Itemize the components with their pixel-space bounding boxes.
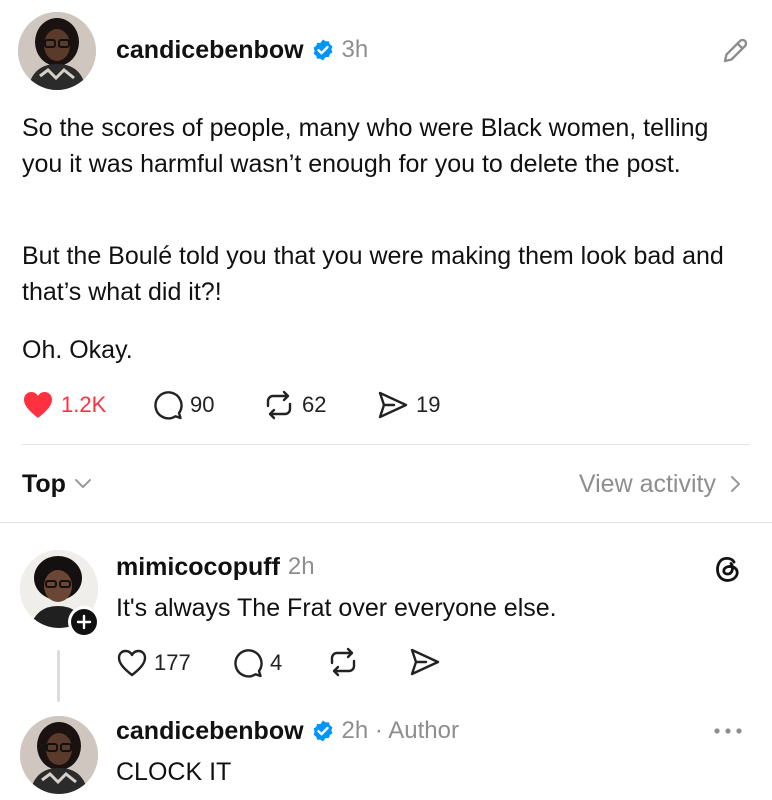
repost-icon bbox=[262, 389, 296, 421]
author-reply-text: CLOCK IT bbox=[116, 758, 232, 786]
reply-repost-button[interactable] bbox=[326, 646, 360, 678]
chevron-down-icon bbox=[74, 478, 92, 490]
reply-header: mimicocopuff 2h bbox=[116, 550, 315, 584]
threads-logo-icon[interactable] bbox=[712, 552, 742, 584]
reply-button[interactable]: 90 bbox=[152, 388, 214, 422]
edit-icon[interactable] bbox=[718, 34, 752, 68]
post-author-name[interactable]: candicebenbow bbox=[116, 36, 304, 65]
chevron-right-icon bbox=[730, 475, 742, 493]
reply-timestamp: 2h bbox=[287, 553, 315, 580]
share-count: 19 bbox=[416, 392, 441, 417]
post-timestamp: 3h bbox=[341, 36, 369, 63]
verified-badge-icon bbox=[311, 719, 335, 743]
verified-badge-icon bbox=[311, 38, 335, 62]
heart-outline-icon bbox=[116, 648, 148, 678]
more-icon[interactable] bbox=[712, 726, 744, 736]
share-icon bbox=[408, 646, 442, 678]
author-reply-header: candicebenbow 2h · Author bbox=[116, 714, 459, 748]
post-paragraph-3: Oh. Okay. bbox=[22, 336, 133, 364]
reply-like-count: 177 bbox=[154, 650, 191, 675]
comment-icon bbox=[232, 647, 264, 679]
reply-text: It's always The Frat over everyone else. bbox=[116, 594, 557, 622]
reply-thread-line bbox=[57, 650, 60, 702]
repost-icon bbox=[326, 646, 360, 678]
like-button[interactable]: 1.2K bbox=[22, 388, 106, 422]
divider bbox=[22, 444, 750, 445]
divider bbox=[0, 522, 772, 523]
reply-author-name[interactable]: mimicocopuff bbox=[116, 553, 280, 582]
heart-filled-icon bbox=[22, 390, 54, 420]
view-activity-label: View activity bbox=[578, 469, 716, 498]
sort-label: Top bbox=[22, 469, 66, 498]
repost-count: 62 bbox=[302, 392, 327, 417]
view-activity-link[interactable]: View activity bbox=[579, 466, 742, 502]
author-reply-name[interactable]: candicebenbow bbox=[116, 717, 304, 746]
follow-plus-icon[interactable] bbox=[68, 606, 100, 638]
reply-count: 90 bbox=[190, 392, 215, 417]
reply-like-button[interactable]: 177 bbox=[116, 646, 191, 680]
author-reply-timestamp: 2h · Author bbox=[341, 717, 459, 744]
like-count: 1.2K bbox=[61, 392, 107, 417]
post-paragraph-2: But the Boulé told you that you were mak… bbox=[22, 242, 724, 306]
author-avatar[interactable] bbox=[18, 12, 96, 90]
sort-dropdown[interactable]: Top bbox=[22, 466, 92, 502]
reply-share-button[interactable] bbox=[408, 646, 442, 678]
reply-comment-button[interactable]: 4 bbox=[232, 646, 282, 680]
post-paragraph-1: So the scores of people, many who were B… bbox=[22, 114, 709, 178]
comment-icon bbox=[152, 389, 184, 421]
share-icon bbox=[376, 389, 410, 421]
repost-button[interactable]: 62 bbox=[262, 388, 326, 422]
reply-comment-count: 4 bbox=[270, 650, 283, 675]
share-button[interactable]: 19 bbox=[376, 388, 440, 422]
author-reply-avatar[interactable] bbox=[20, 716, 98, 794]
post-header: candicebenbow 3h bbox=[116, 32, 368, 68]
